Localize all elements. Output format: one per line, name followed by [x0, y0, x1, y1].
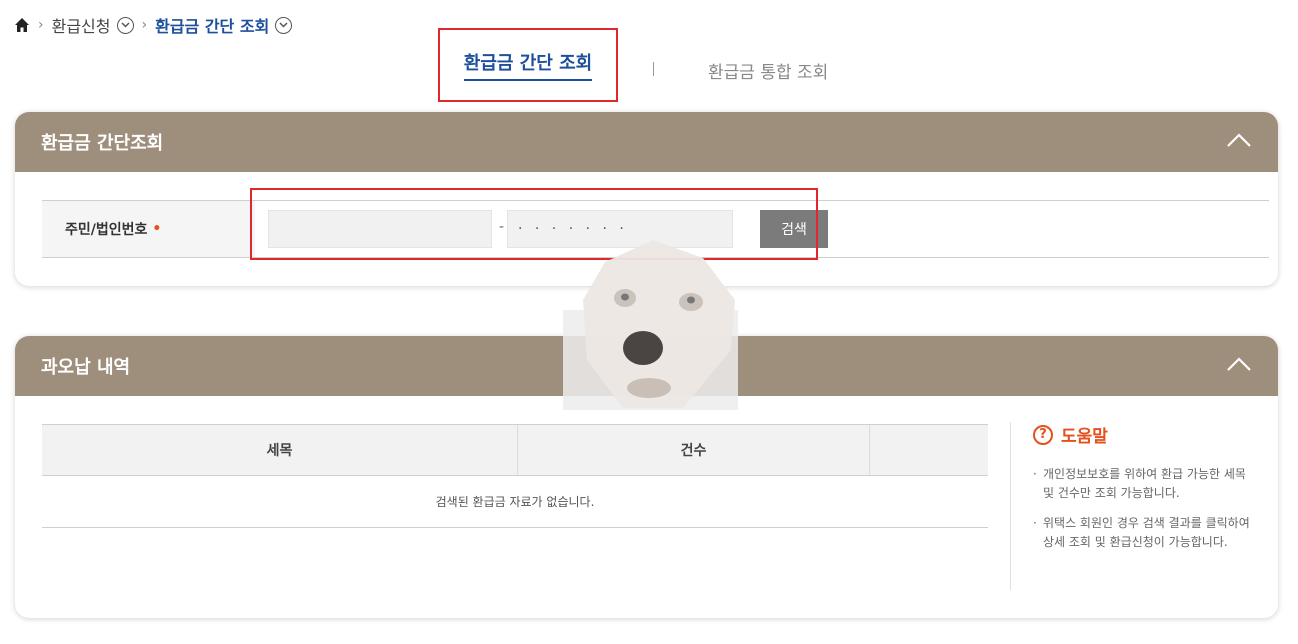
- dog-face-image: [563, 240, 738, 410]
- help-item: 위택스 회원인 경우 검색 결과를 클릭하여 상세 조회 및 환급신청이 가능합…: [1033, 514, 1250, 552]
- help-box: ? 도움말 개인정보보호를 위하여 환급 가능한 세목 및 건수만 조회 가능합…: [1010, 422, 1250, 590]
- required-mark: •: [152, 221, 162, 237]
- tab-divider: [653, 62, 654, 76]
- table-header-row: 세목 건수: [42, 424, 988, 476]
- question-circle-icon: ?: [1033, 424, 1053, 445]
- search-panel-title: 환급금 간단조회: [41, 133, 164, 154]
- table-row: 검색된 환급금 자료가 없습니다.: [42, 475, 988, 528]
- column-header-empty: [869, 424, 988, 476]
- collapse-caret-icon[interactable]: [1226, 356, 1252, 377]
- help-title-text: 도움말: [1061, 427, 1108, 447]
- help-item: 개인정보보호를 위하여 환급 가능한 세목 및 건수만 조회 가능합니다.: [1033, 465, 1250, 503]
- help-list: 개인정보보호를 위하여 환급 가능한 세목 및 건수만 조회 가능합니다. 위택…: [1033, 465, 1250, 552]
- result-panel-title: 과오납 내역: [41, 357, 131, 378]
- column-header-tax-item: 세목: [42, 424, 518, 476]
- empty-result-message: 검색된 환급금 자료가 없습니다.: [42, 475, 988, 528]
- column-header-count: 건수: [517, 424, 870, 476]
- id-number-label-text: 주민/법인번호: [65, 222, 148, 238]
- tab-bar: 환급금 간단 조회 환급금 통합 조회: [0, 28, 1298, 104]
- id-number-label: 주민/법인번호 •: [42, 201, 255, 257]
- search-panel-header: 환급금 간단조회: [15, 112, 1278, 172]
- result-table: 세목 건수 검색된 환급금 자료가 없습니다.: [42, 424, 988, 528]
- tab-simple-lookup-label: 환급금 간단 조회: [463, 49, 593, 81]
- collapse-caret-icon[interactable]: [1226, 132, 1252, 153]
- help-title: ? 도움말: [1033, 422, 1250, 447]
- tab-integrated-lookup[interactable]: 환급금 통합 조회: [708, 58, 828, 83]
- tab-simple-lookup[interactable]: 환급금 간단 조회: [438, 28, 618, 102]
